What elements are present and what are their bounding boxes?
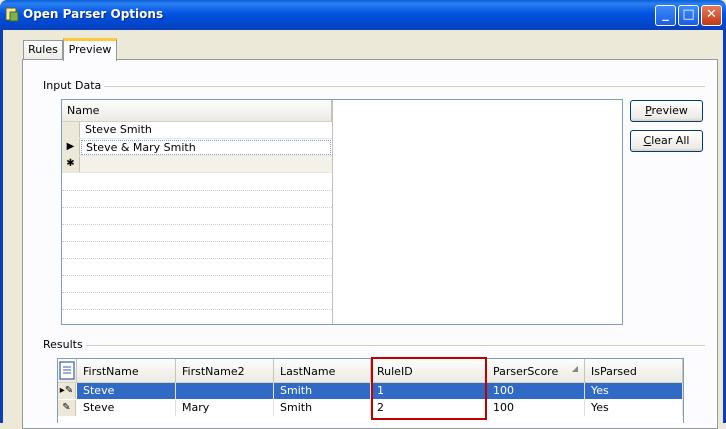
grid-line xyxy=(62,292,332,294)
input-data-grid[interactable]: Name Steve Smith ▶ Steve & Mary Smith ✱ xyxy=(61,99,623,325)
close-icon: ✕ xyxy=(706,7,717,22)
cell-ruleid[interactable]: 2 xyxy=(371,400,487,416)
column-header-parserscore[interactable]: ParserScore ◢ xyxy=(487,359,585,383)
preview-button-label: review xyxy=(651,104,688,117)
minimize-icon: _ xyxy=(662,7,669,22)
current-row-edit-icon[interactable]: ▸✎ xyxy=(58,383,76,399)
cell-lastname[interactable]: Smith xyxy=(274,400,371,416)
input-row-current[interactable]: ▶ Steve & Mary Smith xyxy=(62,139,332,156)
column-header-ruleid[interactable]: RuleID xyxy=(371,359,487,383)
column-header-isparsed[interactable]: IsParsed xyxy=(585,359,683,383)
maximize-button[interactable]: □ xyxy=(678,5,699,26)
close-button[interactable]: ✕ xyxy=(701,5,722,26)
cell-isparsed[interactable]: Yes xyxy=(585,400,683,416)
column-header-lastname[interactable]: LastName xyxy=(274,359,371,383)
column-header-firstname[interactable]: FirstName xyxy=(77,359,176,383)
results-label: Results xyxy=(40,338,86,351)
minimize-button[interactable]: _ xyxy=(655,5,676,26)
cell-firstname[interactable]: Steve xyxy=(77,400,176,416)
grid-line xyxy=(62,241,332,243)
name-column-header-label: Name xyxy=(67,104,100,117)
grid-line xyxy=(62,275,332,277)
grid-line xyxy=(62,309,332,311)
results-grid[interactable]: FirstName FirstName2 LastName RuleID Par… xyxy=(57,358,684,423)
results-group-line xyxy=(40,345,705,346)
name-cell-new[interactable] xyxy=(81,157,331,172)
input-row[interactable]: Steve Smith xyxy=(62,122,332,139)
cell-firstname2[interactable] xyxy=(176,383,274,399)
cell-ruleid[interactable]: 1 xyxy=(371,383,487,399)
column-chooser-button[interactable] xyxy=(58,359,77,383)
tab-rules[interactable]: Rules xyxy=(23,40,63,60)
cell-isparsed[interactable]: Yes xyxy=(585,383,683,399)
cell-parserscore[interactable]: 100 xyxy=(487,383,585,399)
grid-line xyxy=(62,190,332,192)
input-row-new[interactable]: ✱ xyxy=(62,156,332,173)
maximize-icon: □ xyxy=(682,7,695,22)
row-selector[interactable] xyxy=(62,122,80,138)
cell-firstname[interactable]: Steve xyxy=(77,383,176,399)
clear-all-button[interactable]: Clear All xyxy=(630,130,703,152)
row-edit-pencil-icon[interactable]: ✎ xyxy=(58,400,76,416)
sort-arrow-icon: ◢ xyxy=(571,364,578,373)
cell-firstname2[interactable]: Mary xyxy=(176,400,274,416)
cell-parserscore[interactable]: 100 xyxy=(487,400,585,416)
name-column-header[interactable]: Name xyxy=(62,100,332,122)
title-bar[interactable]: Open Parser Options _ □ ✕ xyxy=(0,0,726,30)
grid-line xyxy=(62,207,332,209)
app-icon xyxy=(5,7,19,22)
new-row-asterisk-icon[interactable]: ✱ xyxy=(62,156,80,172)
column-chooser-icon xyxy=(59,361,75,380)
name-cell[interactable]: Steve & Mary Smith xyxy=(81,140,331,155)
column-header-parserscore-label: ParserScore xyxy=(493,365,559,378)
tab-preview[interactable]: Preview xyxy=(63,38,117,61)
name-cell[interactable]: Steve Smith xyxy=(81,123,331,138)
preview-button[interactable]: Preview xyxy=(630,100,703,122)
clear-all-button-label: lear All xyxy=(651,134,690,147)
current-row-arrow-icon[interactable]: ▶ xyxy=(62,139,80,155)
input-data-group-line xyxy=(40,86,705,87)
grid-line xyxy=(62,224,332,226)
window-title: Open Parser Options xyxy=(23,7,164,21)
input-data-label: Input Data xyxy=(40,79,105,92)
cell-lastname[interactable]: Smith xyxy=(274,383,371,399)
grid-line xyxy=(62,258,332,260)
grid-divider xyxy=(332,100,333,324)
column-header-firstname2[interactable]: FirstName2 xyxy=(176,359,274,383)
window-frame-left xyxy=(0,30,3,423)
